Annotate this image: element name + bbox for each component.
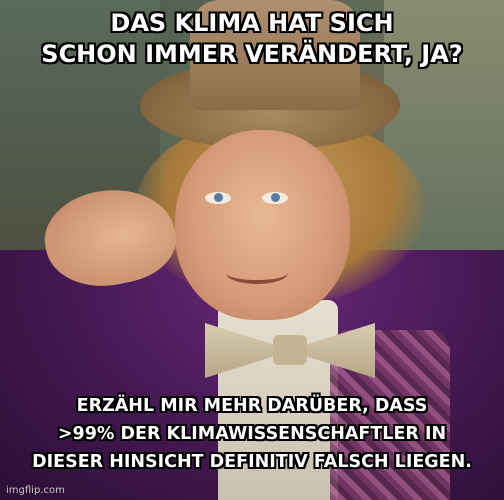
top-caption-line: DAS KLIMA HAT SICH [110,9,394,37]
meme-image: DAS KLIMA HAT SICH SCHON IMMER VERÄNDERT… [0,0,504,500]
right-eye [262,192,288,204]
bow-tie [205,315,375,385]
watermark: imgflip.com [6,485,65,496]
left-eye [205,192,231,204]
bottom-caption-line: ERZÄHL MIR MEHR DARÜBER, DASS [76,396,428,416]
face [175,130,350,320]
bottom-caption-line: >99% DER KLIMAWISSENSCHAFTLER IN [57,424,447,444]
top-caption-line: SCHON IMMER VERÄNDERT, JA? [41,40,463,68]
bottom-caption-line: DIESER HINSICHT DEFINITIV FALSCH LIEGEN. [32,452,472,472]
smile [226,262,288,284]
bottom-caption: ERZÄHL MIR MEHR DARÜBER, DASS >99% DER K… [6,392,498,476]
top-caption: DAS KLIMA HAT SICH SCHON IMMER VERÄNDERT… [6,8,498,70]
